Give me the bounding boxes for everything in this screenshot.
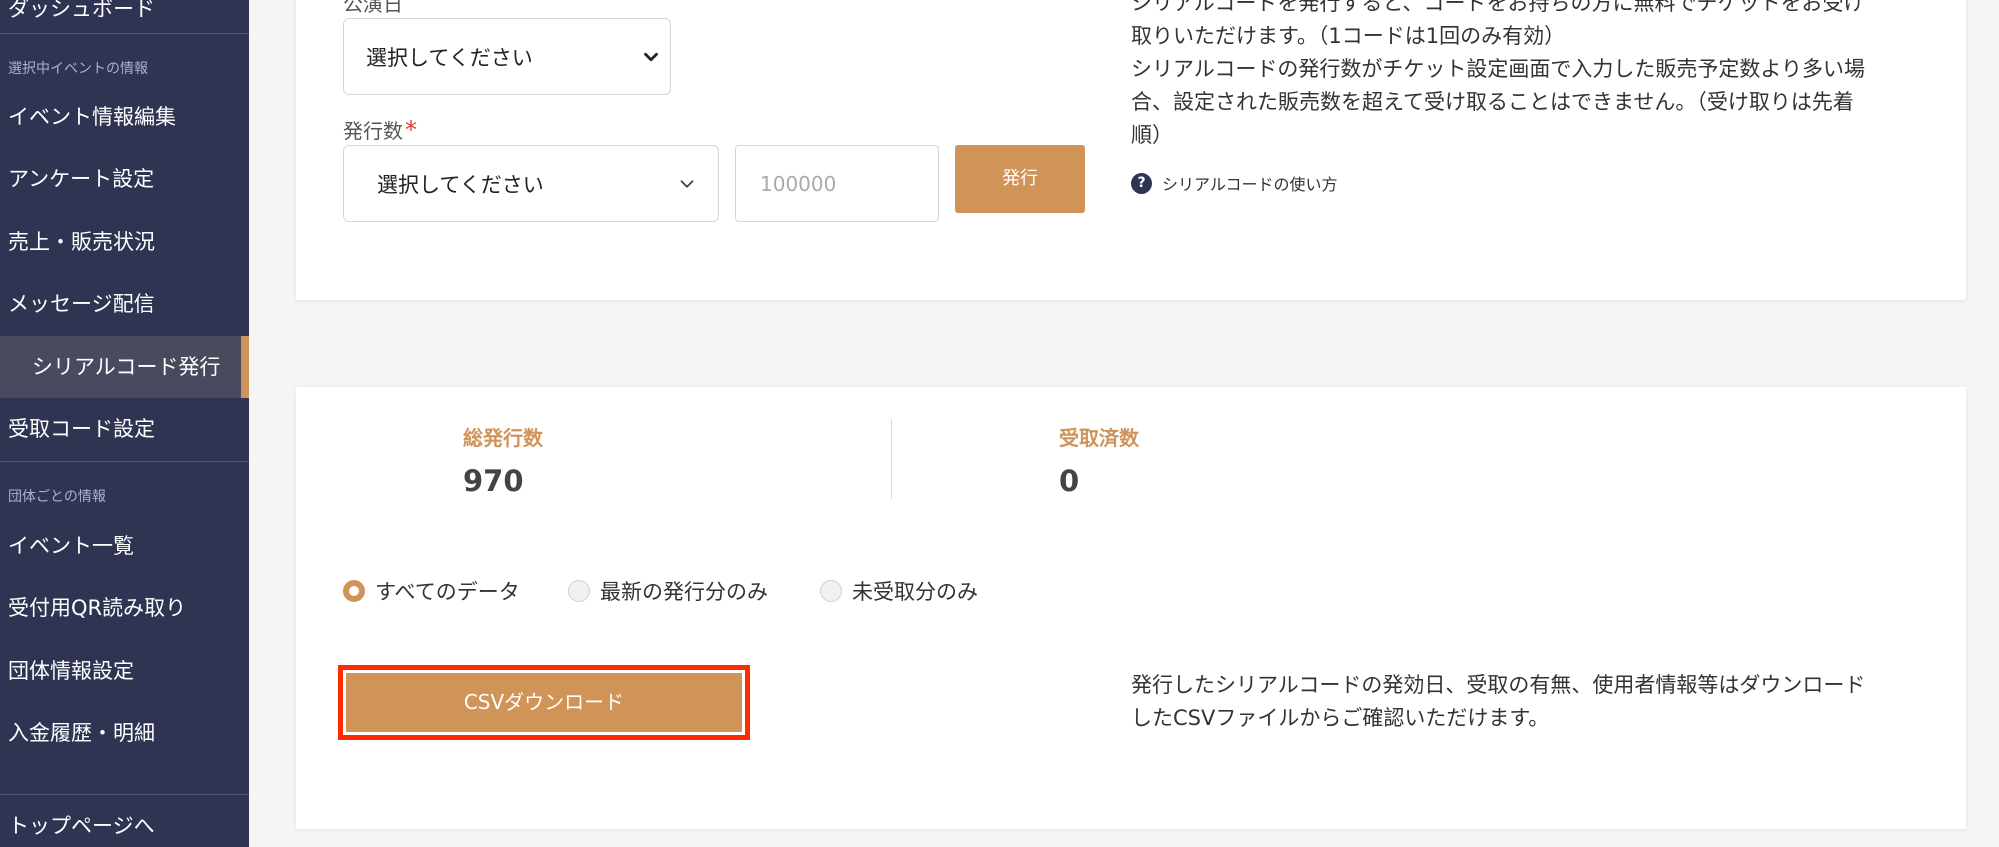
description-line: 発行したシリアルコードの発効日、受取の有無、使用者情報等はダウンロード <box>1131 673 1866 697</box>
chevron-down-icon <box>644 52 658 61</box>
count-select[interactable]: 選択してください <box>343 145 719 222</box>
sidebar-item-event-edit[interactable]: イベント情報編集 <box>0 86 249 148</box>
description-line: 順） <box>1131 123 1173 147</box>
description-line: 合、設定された販売数を超えて受け取ることはできません。（受け取りは先着 <box>1131 90 1854 114</box>
quantity-placeholder: 100000 <box>760 171 837 196</box>
help-link[interactable]: ? シリアルコードの使い方 <box>1131 171 1338 195</box>
count-label: 発行数* <box>343 115 417 144</box>
filter-latest-label: 最新の発行分のみ <box>600 580 768 604</box>
filter-latest-radio[interactable]: 最新の発行分のみ <box>568 576 768 606</box>
sidebar-item-survey[interactable]: アンケート設定 <box>0 148 249 210</box>
sidebar-item-event-list[interactable]: イベント一覧 <box>0 515 249 577</box>
sidebar-item-qr-reader[interactable]: 受付用QR読み取り <box>0 577 249 639</box>
received-label: 受取済数 <box>1059 426 1139 450</box>
description-line: シリアルコードの発行数がチケット設定画面で入力した販売予定数より多い場 <box>1131 57 1865 81</box>
issue-description: シリアルコードを発行すると、コードをお持ちの方に無料でチケットをお受け 取りいた… <box>1131 0 1865 152</box>
stats-divider <box>891 419 892 499</box>
filter-unreceived-label: 未受取分のみ <box>852 580 978 604</box>
chevron-down-icon <box>680 179 694 188</box>
radio-unselected-icon <box>568 580 590 602</box>
filter-unreceived-radio[interactable]: 未受取分のみ <box>820 576 978 606</box>
description-line: したCSVファイルからご確認いただけます。 <box>1131 706 1550 730</box>
issue-card: 公演日 選択してください 発行数* 選択してください 100000 発行 シリア… <box>296 0 1966 300</box>
sidebar-section-group: 団体ごとの情報 <box>8 489 106 505</box>
sidebar-item-sales[interactable]: 売上・販売状況 <box>0 211 249 273</box>
total-issued-label: 総発行数 <box>463 426 543 450</box>
filter-all-radio[interactable]: すべてのデータ <box>343 576 520 606</box>
question-icon: ? <box>1131 172 1152 194</box>
download-highlight: CSVダウンロード <box>338 665 750 740</box>
sidebar-item-group-settings[interactable]: 団体情報設定 <box>0 640 249 702</box>
filter-all-label: すべてのデータ <box>375 580 520 604</box>
download-description: 発行したシリアルコードの発効日、受取の有無、使用者情報等はダウンロード したCS… <box>1131 669 1865 735</box>
sidebar-divider <box>0 461 249 462</box>
sidebar-item-message[interactable]: メッセージ配信 <box>0 273 249 335</box>
description-line: シリアルコードを発行すると、コードをお持ちの方に無料でチケットをお受け <box>1131 0 1865 15</box>
description-line: 取りいただけます。（1コードは1回のみ有効） <box>1131 24 1566 48</box>
summary-card: 総発行数 970 受取済数 0 すべてのデータ 最新の発行分のみ 未受取分のみ … <box>296 387 1966 829</box>
count-label-text: 発行数 <box>343 119 403 143</box>
help-link-text: シリアルコードの使い方 <box>1162 175 1338 194</box>
required-mark: * <box>405 116 417 144</box>
sidebar-divider <box>0 33 249 34</box>
sidebar: ダッシュボード 選択中イベントの情報 イベント情報編集 アンケート設定 売上・販… <box>0 0 249 847</box>
total-issued-value: 970 <box>463 464 524 498</box>
csv-download-button[interactable]: CSVダウンロード <box>346 673 742 732</box>
quantity-input[interactable]: 100000 <box>735 145 939 222</box>
issue-button[interactable]: 発行 <box>955 145 1085 213</box>
radio-selected-icon <box>343 580 365 602</box>
date-label: 公演日 <box>343 0 403 16</box>
sidebar-item-payment-history[interactable]: 入金履歴・明細 <box>0 702 249 764</box>
date-select[interactable]: 選択してください <box>343 18 671 95</box>
count-select-value: 選択してください <box>377 172 544 197</box>
sidebar-item-serial-code[interactable]: シリアルコード発行 <box>0 336 249 398</box>
sidebar-item-top-page[interactable]: トップページへ <box>0 795 249 847</box>
date-select-value: 選択してください <box>366 45 533 70</box>
radio-unselected-icon <box>820 580 842 602</box>
received-value: 0 <box>1059 464 1080 498</box>
sidebar-section-event: 選択中イベントの情報 <box>8 61 148 77</box>
sidebar-item-dashboard[interactable]: ダッシュボード <box>0 0 249 40</box>
sidebar-item-receive-code[interactable]: 受取コード設定 <box>0 398 249 460</box>
